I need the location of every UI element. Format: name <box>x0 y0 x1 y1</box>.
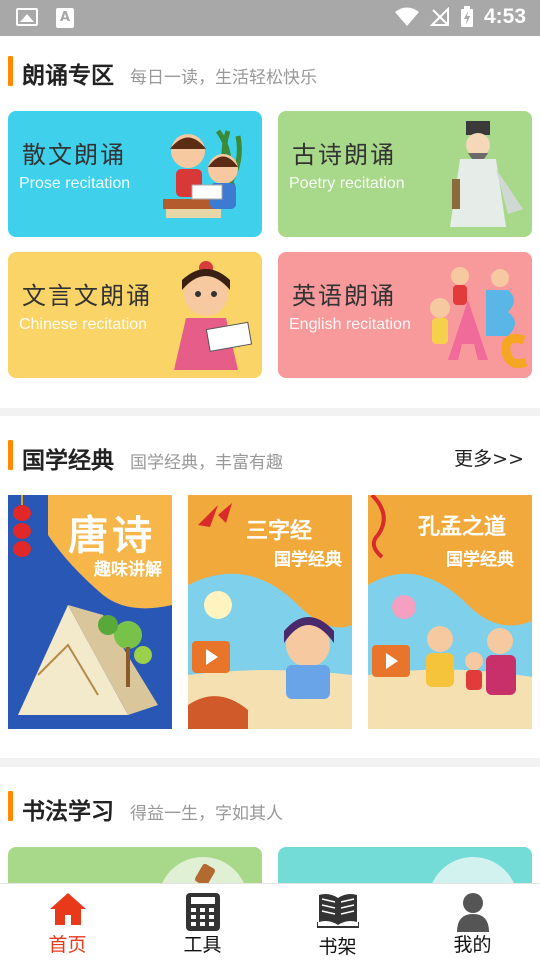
book-title: 三字经 <box>246 518 313 544</box>
book-title: 孔孟之道 <box>418 514 507 540</box>
tab-bookshelf[interactable]: 书架 <box>270 884 405 960</box>
prose-recitation-card[interactable]: 散文朗诵 Prose recitation <box>8 111 262 237</box>
book-subtitle: 国学经典 <box>446 550 514 570</box>
tab-label: 工具 <box>183 934 222 956</box>
confucius-mencius-book[interactable]: 孔孟之道 国学经典 <box>368 495 532 729</box>
status-bar: A 4:53 <box>0 0 540 36</box>
no-signal-icon <box>429 7 449 26</box>
book-subtitle: 趣味讲解 <box>94 560 162 580</box>
gallery-notification-icon <box>16 8 38 26</box>
tab-label: 我的 <box>453 934 492 956</box>
abc-kids-illustration <box>430 267 528 369</box>
card-title: 英语朗诵 <box>292 282 396 310</box>
book-title: 唐诗 <box>68 512 156 559</box>
card-title: 古诗朗诵 <box>292 141 396 169</box>
reading-section: 朗诵专区 每日一读，生活轻松快乐 散文朗诵 Prose recitation 古… <box>0 36 540 408</box>
calculator-icon <box>185 893 220 931</box>
tab-home[interactable]: 首页 <box>0 884 135 960</box>
calligraphy-section-header: 书法学习 得益一生，字如其人 <box>8 792 283 826</box>
card-subtitle: Prose recitation <box>19 175 131 192</box>
children-reading-illustration <box>163 129 242 218</box>
classical-chinese-recitation-card[interactable]: 文言文朗诵 Chinese recitation <box>8 252 262 378</box>
section-subtitle: 得益一生，字如其人 <box>130 804 283 824</box>
wifi-icon <box>394 7 419 26</box>
tab-label: 首页 <box>48 934 87 956</box>
lantern-icon <box>13 495 31 557</box>
home-icon <box>49 893 86 925</box>
ancient-poet-illustration <box>450 121 523 227</box>
section-subtitle: 国学经典，丰富有趣 <box>130 453 283 473</box>
card-title: 文言文朗诵 <box>22 282 152 310</box>
english-recitation-card[interactable]: 英语朗诵 English recitation <box>278 252 532 378</box>
profile-icon <box>456 893 489 932</box>
card-subtitle: Chinese recitation <box>19 316 148 333</box>
font-notification-icon: A <box>56 8 74 28</box>
card-subtitle: Poetry recitation <box>289 175 405 192</box>
section-title: 朗诵专区 <box>22 63 114 89</box>
tang-poetry-book[interactable]: 唐诗 趣味讲解 <box>8 495 172 729</box>
section-title: 书法学习 <box>22 799 114 825</box>
bookshelf-icon <box>316 894 359 928</box>
section-subtitle: 每日一读，生活轻松快乐 <box>130 68 317 88</box>
bottom-tab-bar: 首页 工具 书架 我的 <box>0 883 540 960</box>
book-subtitle: 国学经典 <box>274 550 342 570</box>
battery-charging-icon <box>460 6 473 27</box>
poetry-recitation-card[interactable]: 古诗朗诵 Poetry recitation <box>278 111 532 237</box>
more-link[interactable]: 更多>> <box>454 444 524 471</box>
reading-section-header: 朗诵专区 每日一读，生活轻松快乐 <box>8 56 317 90</box>
classics-section-header: 国学经典 国学经典，丰富有趣 <box>8 441 283 475</box>
girl-reading-illustration <box>174 261 253 370</box>
three-character-classic-book[interactable]: 三字经 国学经典 <box>188 495 352 729</box>
card-subtitle: English recitation <box>289 316 411 333</box>
tab-label: 书架 <box>318 936 357 958</box>
section-title: 国学经典 <box>22 448 114 474</box>
tab-tools[interactable]: 工具 <box>135 884 270 960</box>
tab-profile[interactable]: 我的 <box>405 884 540 960</box>
card-title: 散文朗诵 <box>22 141 126 169</box>
clock: 4:53 <box>483 5 526 28</box>
